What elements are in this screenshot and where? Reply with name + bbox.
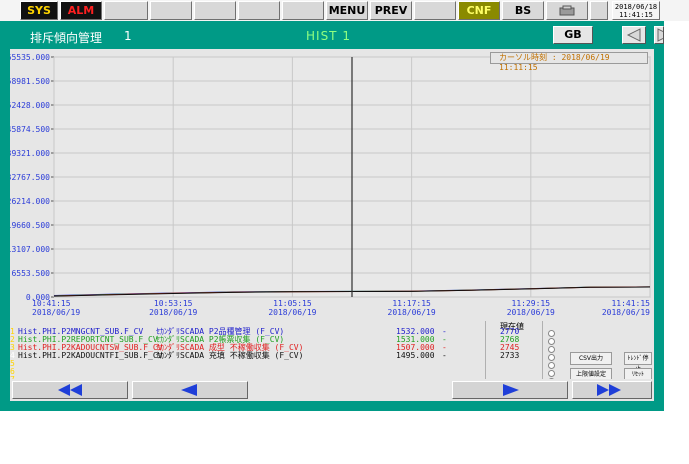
device-icon xyxy=(559,5,575,16)
sys-button[interactable]: SYS xyxy=(20,1,58,20)
triangle-right-icon xyxy=(657,28,663,42)
page-title: 排斥傾向管理 xyxy=(30,31,103,45)
y-tick-label: 39321.000 xyxy=(10,149,50,158)
x-tick-date: 2018/06/19 xyxy=(602,308,650,317)
legend-cursor-value: 1495.000 xyxy=(396,351,435,360)
legend-select-radio[interactable] xyxy=(548,330,555,337)
device-button[interactable] xyxy=(546,1,588,20)
page-number: 1 xyxy=(124,29,132,43)
csv-output-button[interactable]: CSV出力 xyxy=(570,352,612,365)
y-tick-label: 52428.000 xyxy=(10,101,50,110)
legend-select-radio[interactable] xyxy=(548,354,555,361)
y-tick-label: 26214.000 xyxy=(10,197,50,206)
y-tick-label: 58981.500 xyxy=(10,77,50,86)
fast-back-button[interactable] xyxy=(12,381,128,399)
trend-window: 排斥傾向管理 1 HIST 1 GB 65535.000 58981.500 524… xyxy=(0,21,664,411)
x-tick-date: 2018/06/19 xyxy=(32,308,80,317)
legend-current-value: 2733 xyxy=(500,351,520,360)
x-tick-time: 11:29:15 xyxy=(512,299,551,308)
legend-row[interactable]: 4 Hist.PHI.P2KADOUCNTFI_SUB.F_CV ｾｶﾝﾀﾞﾘSCA… xyxy=(10,352,540,360)
clock-display: 2018/06/18 11:41:15 xyxy=(612,1,660,20)
fast-forward-button[interactable] xyxy=(572,381,652,399)
legend-tag: Hist.PHI.P2KADOUCNTFI_SUB.F_CV xyxy=(18,351,163,360)
toolbar-blank-button-7[interactable] xyxy=(590,1,608,20)
triangle-left-icon xyxy=(626,28,641,42)
y-tick-label: 65535.000 xyxy=(10,53,50,62)
x-tick-date: 2018/06/19 xyxy=(149,308,197,317)
gb-button[interactable]: GB xyxy=(553,26,593,44)
cursor-time-display: カーソル時刻 : 2018/06/19 11:11:15 xyxy=(490,52,648,72)
menu-button[interactable]: MENU xyxy=(326,1,368,20)
trend-stop-button[interactable]: ﾄﾚﾝﾄﾞ停止 xyxy=(624,352,652,373)
nav-spacer xyxy=(252,381,448,399)
x-tick-date: 2018/06/19 xyxy=(507,308,555,317)
toolbar-blank-button-5[interactable] xyxy=(282,1,324,20)
legend-description: ｾｶﾝﾀﾞﾘSCADA 充填 不稼働収集 (F_CV) xyxy=(156,351,304,360)
right-arrow-icon xyxy=(503,384,519,396)
toolbar-blank-button-1[interactable] xyxy=(104,1,148,20)
double-left-arrow-icon xyxy=(58,384,82,396)
toolbar-blank-button-2[interactable] xyxy=(150,1,192,20)
trend-chart[interactable]: 65535.000 58981.500 52428.000 45874.500 3932… xyxy=(10,49,654,321)
trend-legend: 現在値 1 Hist.PHI.P2MNGCNT_SUB.F_CV ｾｶﾝﾀﾞﾘSCA… xyxy=(10,321,654,401)
y-tick-label: 45874.500 xyxy=(10,125,50,134)
toolbar-blank-button-6[interactable] xyxy=(414,1,456,20)
cnf-button[interactable]: CNF xyxy=(458,1,500,20)
x-tick-time: 11:41:15 xyxy=(611,299,650,308)
toolbar-blank-button-4[interactable] xyxy=(238,1,280,20)
prev-page-button[interactable] xyxy=(622,26,646,44)
legend-row[interactable]: 5 xyxy=(10,360,540,368)
prev-button[interactable]: PREV xyxy=(370,1,412,20)
toolbar-blank-button-3[interactable] xyxy=(194,1,236,20)
clock-time: 11:41:15 xyxy=(619,11,653,19)
next-page-button[interactable] xyxy=(654,26,664,44)
legend-select-radio[interactable] xyxy=(548,346,555,353)
x-tick-date: 2018/06/19 xyxy=(388,308,436,317)
x-tick-date: 2018/06/19 xyxy=(268,308,316,317)
y-tick-label: 13107.000 xyxy=(10,245,50,254)
legend-select-radio[interactable] xyxy=(548,362,555,369)
y-tick-label: 32767.500 xyxy=(10,173,50,182)
clock-date: 2018/06/18 xyxy=(614,3,658,11)
alm-button[interactable]: ALM xyxy=(60,1,102,20)
top-toolbar: SYS ALM MENU PREV CNF BS 2018/06/18 11:4… xyxy=(0,0,689,21)
legend-dash: - xyxy=(442,351,447,360)
legend-select-radio[interactable] xyxy=(548,338,555,345)
double-right-arrow-icon xyxy=(597,384,621,396)
forward-button[interactable] xyxy=(452,381,568,399)
y-tick-label: 19660.500 xyxy=(10,221,50,230)
time-navigation-bar xyxy=(10,379,654,401)
legend-row[interactable]: 6 xyxy=(10,368,540,376)
left-arrow-icon xyxy=(181,384,197,396)
x-tick-time: 11:17:15 xyxy=(392,299,431,308)
bs-button[interactable]: BS xyxy=(502,1,544,20)
back-button[interactable] xyxy=(132,381,248,399)
trend-chart-panel: 65535.000 58981.500 52428.000 45874.500 3932… xyxy=(10,49,654,321)
x-tick-time: 10:53:15 xyxy=(154,299,193,308)
x-tick-time: 11:05:15 xyxy=(273,299,312,308)
hist-label: HIST 1 xyxy=(306,29,351,43)
legend-select-radio[interactable] xyxy=(548,370,555,377)
x-tick-time: 10:41:15 xyxy=(32,299,71,308)
y-tick-label: 6553.500 xyxy=(11,269,50,278)
